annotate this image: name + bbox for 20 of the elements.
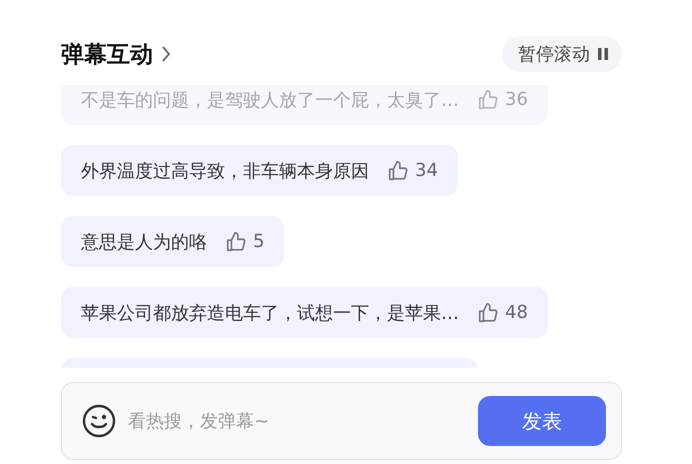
like-count: 48	[505, 302, 528, 323]
section-title[interactable]: 弹幕互动	[61, 38, 171, 70]
comment-text: 外界温度过高导致，非车辆本身原因	[81, 160, 369, 182]
smiley-icon[interactable]	[82, 404, 116, 438]
comment-text: 不是车的问题，是驾驶人放了一个屁，太臭了…	[81, 88, 459, 112]
pause-icon	[598, 48, 608, 60]
thumbs-up-icon[interactable]	[387, 160, 409, 182]
like-count: 5	[253, 231, 264, 252]
thumbs-up-icon[interactable]	[477, 88, 499, 110]
pause-scroll-button[interactable]: 暂停滚动	[502, 36, 622, 72]
thumbs-up-icon[interactable]	[225, 230, 247, 252]
comment-composer[interactable]: 看热搜，发弹幕~ 发表	[61, 382, 622, 460]
like-count: 34	[415, 160, 438, 181]
chevron-right-icon	[161, 45, 171, 63]
comment-text: 苹果公司都放弃造电车了，试想一下，是苹果…	[81, 302, 459, 324]
danmaku-input[interactable]: 看热搜，发弹幕~	[126, 410, 468, 432]
send-button[interactable]: 发表	[478, 396, 606, 446]
like-count: 36	[505, 89, 528, 110]
thumbs-up-icon[interactable]	[477, 302, 499, 324]
comment-text: 意思是人为的咯	[81, 230, 207, 254]
